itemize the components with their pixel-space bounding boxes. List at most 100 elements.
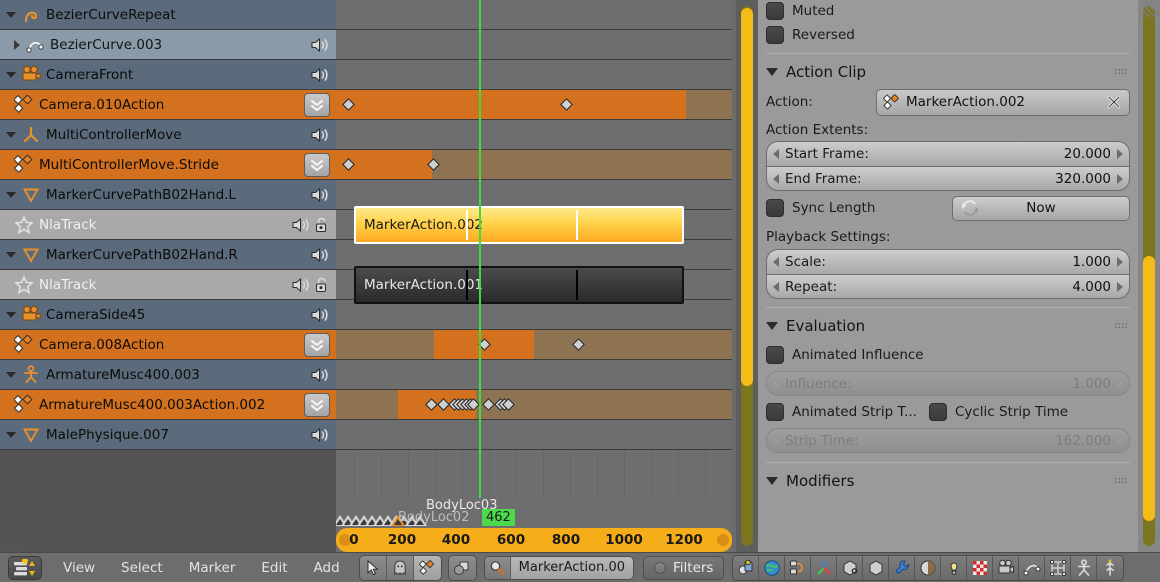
- channel-row-camera-008action[interactable]: Camera.008Action: [0, 330, 336, 360]
- cursor-select-icon[interactable]: [359, 555, 387, 580]
- arrow-left-icon[interactable]: [773, 149, 779, 159]
- strip-row[interactable]: [336, 60, 732, 90]
- channel-row-multicontrollermove-stride[interactable]: MultiControllerMove.Stride: [0, 150, 336, 180]
- repeat-field[interactable]: Repeat: 4.000: [766, 274, 1130, 299]
- triangle-down-icon[interactable]: [6, 251, 16, 258]
- triangle-down-icon[interactable]: [6, 131, 16, 138]
- triangle-down-icon[interactable]: [6, 311, 16, 318]
- search-input[interactable]: MarkerAction.00: [511, 560, 633, 575]
- unlock-icon[interactable]: [314, 216, 330, 234]
- arrow-left-icon[interactable]: [773, 173, 779, 184]
- channel-row-camerafront[interactable]: CameraFront: [0, 60, 336, 90]
- modifiers-panel-header[interactable]: Modifiers: [766, 468, 1130, 494]
- end-frame-field[interactable]: End Frame: 320.000: [766, 166, 1130, 191]
- world-icon[interactable]: [759, 555, 786, 580]
- channel-row-cameraside45[interactable]: CameraSide45: [0, 300, 336, 330]
- animated-strip-time-checkbox[interactable]: [766, 403, 784, 421]
- channel-row-multicontrollermove[interactable]: MultiControllerMove: [0, 120, 336, 150]
- sync-now-button[interactable]: Now: [952, 195, 1130, 221]
- strip-row[interactable]: [336, 30, 732, 60]
- channel-row-markercurvepathb02hand-r[interactable]: MarkerCurvePathB02Hand.R: [0, 240, 336, 270]
- expand-action-button[interactable]: [304, 153, 330, 177]
- material-icon[interactable]: [915, 555, 942, 580]
- triangle-down-icon[interactable]: [6, 371, 16, 378]
- nla-editor-icon[interactable]: [8, 555, 42, 580]
- ghost-icon[interactable]: [386, 555, 414, 580]
- x-close-icon[interactable]: [1105, 93, 1123, 111]
- properties-vertical-scrollbar[interactable]: [1138, 0, 1160, 552]
- area-resize-grip[interactable]: [1143, 1, 1159, 17]
- channel-list[interactable]: BezierCurveRepeat BezierCurve.003 CameraFr…: [0, 0, 336, 552]
- triangle-down-icon[interactable]: [6, 11, 16, 18]
- muted-checkbox[interactable]: [766, 2, 784, 20]
- channel-row-armaturemusc400-003action-002[interactable]: ArmatureMusc400.003Action.002: [0, 390, 336, 420]
- unlock-icon[interactable]: [314, 276, 330, 294]
- speaker-icon[interactable]: [310, 306, 330, 324]
- arrow-right-icon[interactable]: [1117, 173, 1123, 184]
- strip-row[interactable]: [336, 420, 732, 450]
- speaker-icon[interactable]: [310, 66, 330, 84]
- action-id-field[interactable]: MarkerAction.002: [876, 88, 1130, 116]
- strip-row[interactable]: [336, 360, 732, 390]
- triangle-down-icon[interactable]: [6, 431, 16, 438]
- speaker-icon[interactable]: [310, 36, 330, 54]
- channel-row-malephysique-007[interactable]: MalePhysique.007: [0, 420, 336, 450]
- select-tools-group[interactable]: [358, 554, 442, 581]
- speaker-icon[interactable]: [310, 426, 330, 444]
- arrow-left-icon[interactable]: [773, 281, 779, 292]
- modifier-icon[interactable]: [863, 555, 890, 580]
- arrow-right-icon[interactable]: [1117, 257, 1123, 267]
- menu-view[interactable]: View: [50, 560, 108, 576]
- strip-row[interactable]: [336, 330, 732, 360]
- muted-row[interactable]: Muted: [766, 0, 1130, 22]
- triangle-down-icon[interactable]: [6, 71, 16, 78]
- expand-action-button[interactable]: [304, 393, 330, 417]
- expand-action-button[interactable]: [304, 333, 330, 357]
- nla-strip[interactable]: MarkerAction.002: [354, 206, 684, 244]
- menu-add[interactable]: Add: [301, 560, 353, 576]
- scene-objects-icon[interactable]: [733, 555, 760, 580]
- reversed-row[interactable]: Reversed: [766, 22, 1130, 48]
- menu-marker[interactable]: Marker: [176, 560, 249, 576]
- particles-icon[interactable]: [1097, 555, 1124, 580]
- keyframe-diamond[interactable]: [572, 338, 585, 351]
- menu-edit[interactable]: Edit: [248, 560, 300, 576]
- speaker-icon[interactable]: [310, 366, 330, 384]
- channel-row-nlatrack[interactable]: NlaTrack: [0, 270, 336, 300]
- marker-band[interactable]: BodyLoc03 BodyLoc02 462: [336, 498, 732, 528]
- filter-type-buttons[interactable]: [732, 554, 1125, 581]
- channel-row-armaturemusc400-003[interactable]: ArmatureMusc400.003: [0, 360, 336, 390]
- filters-button[interactable]: Filters: [643, 555, 725, 580]
- timeline-vertical-scrollbar[interactable]: [736, 0, 758, 552]
- action-icon[interactable]: [413, 555, 441, 580]
- strip-row[interactable]: [336, 120, 732, 150]
- texture-icon[interactable]: [967, 555, 994, 580]
- action-clip-panel-header[interactable]: Action Clip: [766, 59, 1130, 85]
- arrow-left-icon[interactable]: [773, 257, 779, 267]
- armature-icon[interactable]: [1071, 555, 1098, 580]
- reversed-checkbox[interactable]: [766, 26, 784, 44]
- speaker-icon[interactable]: [310, 186, 330, 204]
- strip-row[interactable]: [336, 300, 732, 330]
- speaker-icon[interactable]: [310, 126, 330, 144]
- channel-row-markercurvepathb02hand-l[interactable]: MarkerCurvePathB02Hand.L: [0, 180, 336, 210]
- lamp-icon[interactable]: [941, 555, 968, 580]
- strip-timeline-area[interactable]: MarkerAction.002 MarkerAction.001: [336, 0, 732, 552]
- strip-properties-panel[interactable]: Muted Reversed Action Clip Action: Marke…: [758, 0, 1138, 552]
- speaker-icon[interactable]: [291, 216, 311, 234]
- evaluation-panel-header[interactable]: Evaluation: [766, 313, 1130, 339]
- node-editor-icon[interactable]: [785, 555, 812, 580]
- lattice-icon[interactable]: [1045, 555, 1072, 580]
- speaker-icon[interactable]: [291, 276, 311, 294]
- animated-influence-checkbox[interactable]: [766, 346, 784, 364]
- channel-row-beziercurverepeat[interactable]: BezierCurveRepeat: [0, 0, 336, 30]
- cyclic-strip-time-checkbox[interactable]: [928, 403, 947, 421]
- channel-row-camera-010action[interactable]: Camera.010Action: [0, 90, 336, 120]
- snap-magnet-icon[interactable]: [448, 555, 476, 580]
- playhead[interactable]: [479, 0, 481, 498]
- channel-row-nlatrack[interactable]: NlaTrack: [0, 210, 336, 240]
- snap-tools-group[interactable]: [447, 554, 477, 581]
- strip-row[interactable]: [336, 150, 732, 180]
- arrow-right-icon[interactable]: [1117, 149, 1123, 159]
- editor-header-bar[interactable]: View Select Marker Edit Add MarkerAction…: [0, 552, 1160, 582]
